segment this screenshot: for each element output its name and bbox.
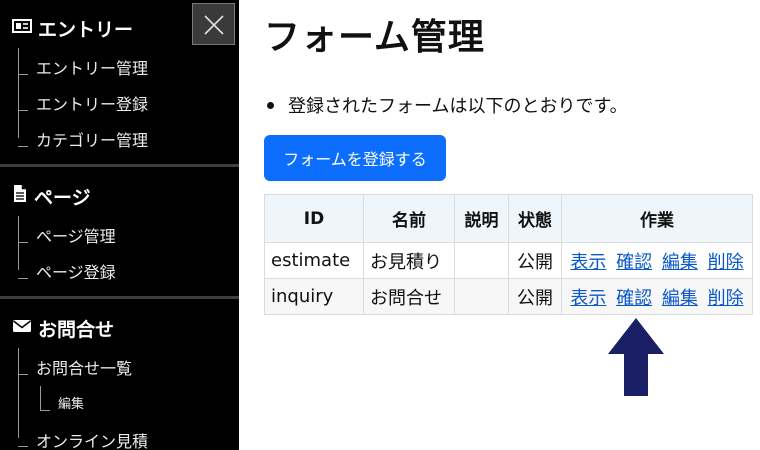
tree-line [18, 48, 19, 138]
sidebar-item-page-register[interactable]: ページ登録 [36, 259, 116, 283]
tree-branch [18, 242, 28, 243]
tree-line [40, 386, 41, 410]
table-row: inquiry お問合せ 公開 表示 確認 編集 削除 [264, 278, 753, 315]
cell-actions: 表示 確認 編集 削除 [561, 242, 753, 279]
sidebar-close-button[interactable] [192, 3, 235, 45]
cell-status: 公開 [508, 278, 562, 315]
confirm-link[interactable]: 確認 [616, 288, 652, 309]
sidebar-item-edit[interactable]: 編集 [58, 393, 84, 412]
sidebar-section-page[interactable]: ページ [12, 184, 91, 209]
header-actions: 作業 [561, 194, 753, 243]
description-text: 登録されたフォームは以下のとおりです。 [288, 96, 628, 117]
header-name: 名前 [363, 194, 455, 243]
tree-branch [18, 446, 28, 447]
cell-name: お問合せ [363, 278, 455, 315]
table-header-row: ID 名前 説明 状態 作業 [264, 194, 753, 243]
edit-link[interactable]: 編集 [662, 288, 698, 309]
cell-description [454, 278, 509, 315]
arrow-up-icon [608, 318, 664, 396]
tree-branch [18, 110, 28, 111]
view-link[interactable]: 表示 [570, 252, 606, 273]
tree-branch [18, 146, 28, 147]
newspaper-icon [12, 17, 32, 39]
sidebar-item-entry-register[interactable]: エントリー登録 [36, 91, 148, 115]
close-icon [204, 15, 224, 35]
sidebar-section-label: お問合せ [38, 318, 115, 341]
cell-name: お見積り [363, 242, 455, 279]
cell-id: estimate [264, 242, 364, 279]
edit-link[interactable]: 編集 [662, 252, 698, 273]
table-row: estimate お見積り 公開 表示 確認 編集 削除 [264, 242, 753, 279]
sidebar-item-entry-manage[interactable]: エントリー管理 [36, 55, 148, 79]
cell-actions: 表示 確認 編集 削除 [561, 278, 753, 315]
sidebar-divider [0, 296, 239, 299]
sidebar-item-online-estimate[interactable]: オンライン見積 [36, 428, 148, 450]
sidebar-section-label: ページ [34, 186, 91, 209]
header-description: 説明 [454, 194, 509, 243]
sidebar-item-page-manage[interactable]: ページ管理 [36, 223, 116, 247]
tree-branch [40, 410, 50, 411]
register-form-button[interactable]: フォームを登録する [264, 135, 446, 181]
sidebar-section-entry[interactable]: エントリー [12, 16, 134, 41]
cell-id: inquiry [264, 278, 364, 315]
header-id: ID [264, 194, 364, 243]
delete-link[interactable]: 削除 [708, 288, 744, 309]
sidebar: エントリー エントリー管理 エントリー登録 カテゴリー管理 ページ ページ管理 … [0, 0, 239, 450]
tree-line [18, 216, 19, 270]
tree-branch [18, 74, 28, 75]
cell-status: 公開 [508, 242, 562, 279]
tree-branch [18, 374, 28, 375]
confirm-link[interactable]: 確認 [616, 252, 652, 273]
tree-branch [18, 278, 28, 279]
sidebar-section-inquiry[interactable]: お問合せ [12, 316, 115, 341]
forms-table: ID 名前 説明 状態 作業 estimate お見積り 公開 表示 確認 編集… [264, 194, 753, 315]
description-list-item: 登録されたフォームは以下のとおりです。 [267, 92, 628, 118]
page-title: フォーム管理 [264, 17, 485, 58]
view-link[interactable]: 表示 [570, 288, 606, 309]
sidebar-item-inquiry-list[interactable]: お問合せ一覧 [36, 355, 132, 379]
envelope-icon [12, 317, 32, 339]
bullet-dot [267, 101, 274, 109]
cell-description [454, 242, 509, 279]
sidebar-divider [0, 164, 239, 167]
tree-line [18, 348, 19, 438]
sidebar-item-category-manage[interactable]: カテゴリー管理 [36, 127, 148, 151]
sidebar-section-label: エントリー [38, 18, 134, 41]
delete-link[interactable]: 削除 [708, 252, 744, 273]
header-status: 状態 [508, 194, 562, 243]
document-icon [12, 184, 28, 208]
